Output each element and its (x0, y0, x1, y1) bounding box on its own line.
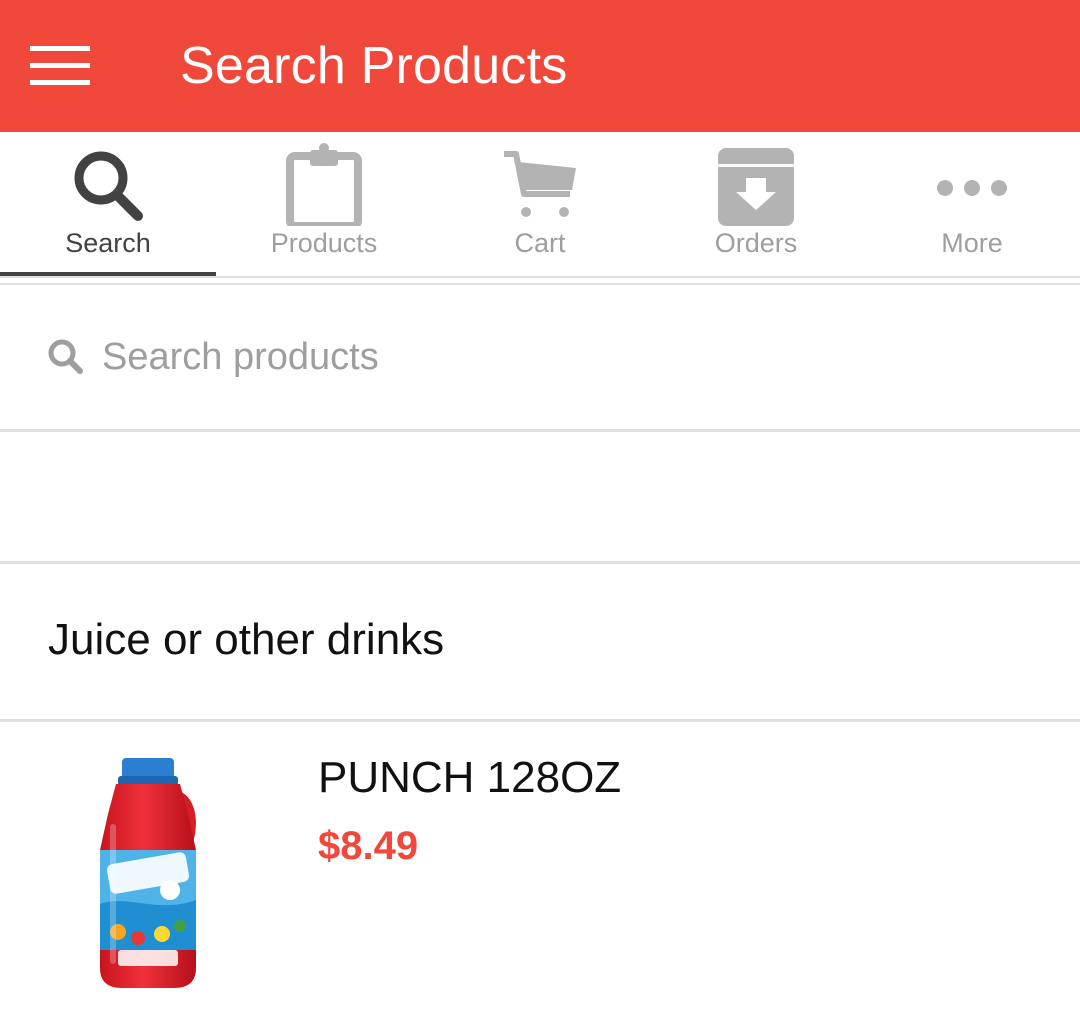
tab-search[interactable]: Search (0, 132, 216, 278)
hamburger-menu-icon (30, 46, 90, 85)
tab-products[interactable]: Products (216, 132, 432, 278)
search-icon (68, 140, 148, 226)
search-input[interactable] (102, 325, 1002, 389)
tab-label: Products (270, 228, 378, 258)
product-image (88, 754, 208, 994)
tab-orders[interactable]: Orders (648, 132, 864, 278)
page-title: Search Products (180, 37, 568, 95)
divider (0, 429, 1080, 432)
divider (0, 561, 1080, 564)
product-price: $8.49 (318, 824, 419, 868)
tab-more[interactable]: More (864, 132, 1080, 278)
cart-icon (500, 140, 580, 226)
tab-label: More (941, 228, 1003, 258)
tab-label: Cart (514, 228, 566, 258)
archive-icon (716, 140, 796, 226)
tab-label: Orders (714, 228, 798, 258)
clipboard-icon (284, 140, 364, 226)
product-name: PUNCH 128OZ (318, 753, 622, 802)
more-icon (932, 140, 1012, 226)
tab-cart[interactable]: Cart (432, 132, 648, 278)
app-bar: Search Products (0, 0, 1080, 132)
section-title: Juice or other drinks (48, 615, 445, 664)
tab-label: Search (65, 228, 151, 258)
search-icon (46, 337, 86, 382)
search-bar[interactable] (0, 285, 1080, 430)
menu-button[interactable] (22, 34, 98, 98)
tab-bar: Search Products Cart Orders More (0, 132, 1080, 278)
divider (0, 276, 1080, 278)
product-list-item[interactable]: PUNCH 128OZ $8.49 (0, 722, 1080, 1017)
